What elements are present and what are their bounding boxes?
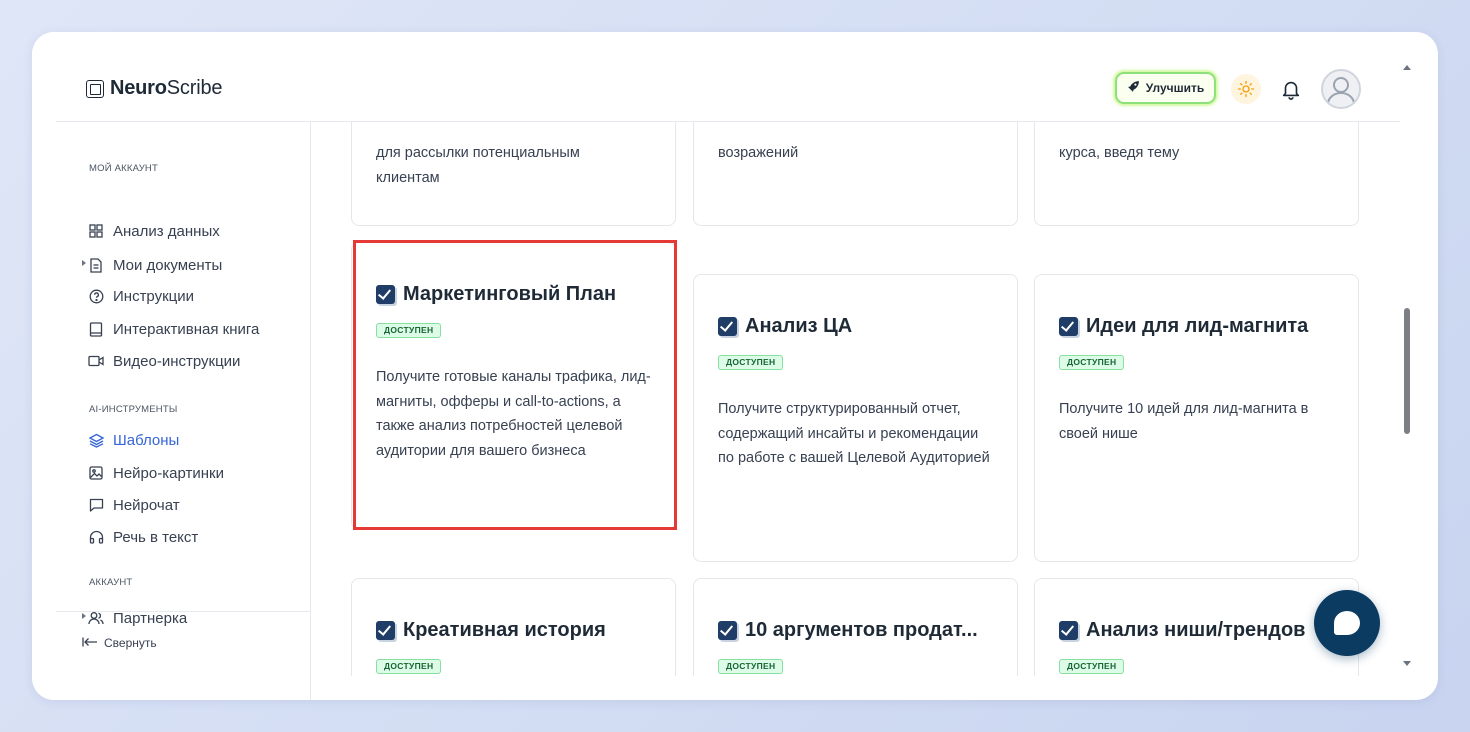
checkbox-icon (718, 317, 737, 336)
section-title-ai-tools: AI-инструменты (89, 404, 178, 415)
template-card-top-1[interactable]: для рассылки потенциальным клиентам (351, 122, 676, 226)
sidebar-item-my-documents[interactable]: Мои документы (82, 254, 223, 276)
layers-icon (88, 432, 104, 448)
card-description: Получите структурированный отчет, содерж… (718, 401, 990, 466)
card-description: Получите 10 идей для лид-магнита в своей… (1059, 401, 1309, 442)
sidebar-item-label: Мои документы (113, 256, 223, 274)
checkbox-icon (1059, 621, 1078, 640)
video-icon (88, 353, 104, 369)
expand-caret-icon[interactable] (82, 260, 86, 266)
card-title: Анализ ЦА (718, 315, 852, 338)
collapse-sidebar-button[interactable]: Свернуть (82, 636, 157, 650)
sidebar-item-data-analysis[interactable]: Анализ данных (88, 220, 220, 242)
card-description: возражений (718, 145, 799, 161)
collapse-arrow-icon (82, 636, 98, 650)
status-badge: доступен (718, 659, 784, 674)
status-badge: доступен (1059, 659, 1125, 674)
status-badge: доступен (718, 355, 784, 370)
book-icon (88, 321, 104, 337)
checkbox-icon (1059, 317, 1078, 336)
sidebar: Мой аккаунт Анализ данных Мои документы … (32, 122, 310, 700)
sidebar-item-interactive-book[interactable]: Интерактивная книга (88, 318, 259, 340)
document-icon (88, 257, 104, 273)
template-card-top-2[interactable]: возражений (693, 122, 1018, 226)
sidebar-item-label: Партнерка (113, 609, 188, 627)
card-description: курса, введя тему (1059, 145, 1180, 161)
highlight-frame (353, 240, 677, 530)
scroll-up-arrow-icon[interactable] (1403, 65, 1411, 70)
sidebar-item-label: Инструкции (113, 287, 195, 305)
section-title-my-account: Мой аккаунт (89, 163, 158, 174)
scrollbar-thumb[interactable] (1404, 308, 1410, 434)
checkbox-icon (376, 621, 395, 640)
headphones-icon (88, 529, 104, 545)
sidebar-item-neurochat[interactable]: Нейрочат (88, 494, 180, 516)
card-title: Анализ ниши/трендов (1059, 619, 1305, 642)
sidebar-item-neuro-images[interactable]: Нейро-картинки (88, 462, 224, 484)
sun-icon (1237, 80, 1255, 98)
sidebar-item-video-instructions[interactable]: Видео-инструкции (88, 350, 240, 372)
sidebar-footer-divider (56, 611, 310, 612)
avatar[interactable] (1321, 69, 1361, 109)
logo[interactable]: NeuroScribe (86, 77, 222, 100)
help-icon (88, 288, 104, 304)
notifications-button[interactable] (1280, 77, 1302, 101)
logo-icon (86, 79, 104, 98)
sidebar-item-label: Нейро-картинки (113, 464, 224, 482)
grid-icon (88, 223, 104, 239)
card-title: Креативная история (376, 619, 606, 642)
app-window: NeuroScribe Улучшить МОЙ АККАУНТ Анализ … (32, 32, 1438, 700)
card-title: Идеи для лид-магнита (1059, 315, 1308, 338)
users-icon (88, 610, 104, 626)
template-card-creative-story[interactable]: Креативная история доступен (351, 578, 676, 676)
upgrade-label: Улучшить (1145, 81, 1205, 95)
bell-icon (1282, 81, 1300, 100)
collapse-label: Свернуть (104, 636, 157, 650)
rocket-icon (1127, 80, 1140, 96)
chat-bubble-icon (1334, 611, 1360, 635)
upgrade-button[interactable]: Улучшить (1115, 72, 1216, 104)
status-badge: доступен (1059, 355, 1125, 370)
status-badge: доступен (376, 659, 442, 674)
sidebar-item-label: Шаблоны (113, 431, 180, 449)
template-card-audience-analysis[interactable]: Анализ ЦА доступен Получите структуриров… (693, 274, 1018, 562)
image-icon (88, 465, 104, 481)
sidebar-item-label: Анализ данных (113, 222, 220, 240)
sidebar-item-label: Нейрочат (113, 496, 180, 514)
sidebar-item-instructions[interactable]: Инструкции (88, 285, 194, 307)
sidebar-item-speech-to-text[interactable]: Речь в текст (88, 526, 198, 548)
scroll-down-arrow-icon[interactable] (1403, 661, 1411, 666)
chat-icon (88, 497, 104, 513)
template-card-sales-arguments[interactable]: 10 аргументов продат... доступен (693, 578, 1018, 676)
sidebar-item-label: Речь в текст (113, 528, 199, 546)
scrollbar[interactable] (1400, 57, 1418, 677)
template-card-lead-magnet-ideas[interactable]: Идеи для лид-магнита доступен Получите 1… (1034, 274, 1359, 562)
theme-toggle-button[interactable] (1231, 74, 1261, 104)
section-title-account: Аккаунт (89, 577, 133, 588)
template-card-top-3[interactable]: курса, введя тему (1034, 122, 1359, 226)
user-avatar-icon (1327, 77, 1355, 105)
sidebar-item-label: Интерактивная книга (113, 320, 260, 338)
card-description: для рассылки потенциальным клиентам (376, 145, 580, 186)
logo-text: NeuroScribe (110, 77, 223, 99)
top-header: NeuroScribe Улучшить (32, 32, 1400, 122)
support-chat-button[interactable] (1314, 590, 1380, 656)
expand-caret-icon[interactable] (82, 613, 86, 619)
sidebar-item-templates[interactable]: Шаблоны (88, 429, 179, 451)
card-title: 10 аргументов продат... (718, 619, 978, 642)
checkbox-icon (718, 621, 737, 640)
sidebar-item-label: Видео-инструкции (113, 352, 241, 370)
template-card-niche-trends[interactable]: Анализ ниши/трендов доступен (1034, 578, 1359, 676)
